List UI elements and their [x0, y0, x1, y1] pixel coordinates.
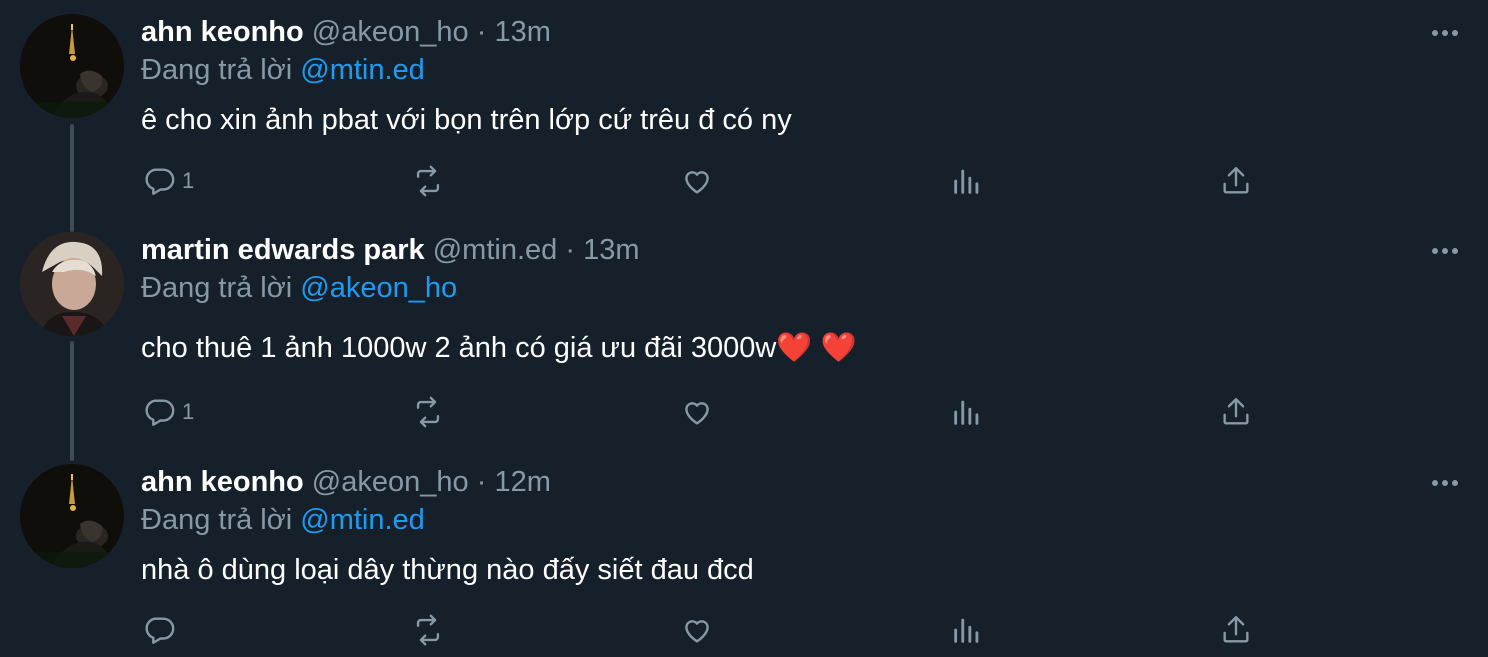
reply-button[interactable] [142, 613, 182, 647]
tweet-text: nhà ô dùng loại dây thừng nào đấy siết đ… [141, 554, 754, 586]
heart-icon [685, 402, 709, 425]
tweet[interactable]: ahn keonho @akeon_ho · 12m Đang trả lời … [0, 450, 1488, 657]
replying-to: Đang trả lời @mtin.ed [141, 52, 425, 88]
analytics-icon [954, 169, 979, 194]
analytics-button[interactable] [950, 395, 984, 429]
more-options-button[interactable] [1430, 26, 1460, 38]
tweet[interactable]: ahn keonho @akeon_ho · 13m Đang trả lời … [0, 0, 1488, 225]
portrait-avatar-icon [20, 232, 124, 336]
user-handle[interactable]: @akeon_ho [312, 16, 469, 48]
reply-prefix: Đang trả lời [141, 54, 293, 86]
avatar[interactable] [20, 232, 124, 336]
timestamp[interactable]: 13m [583, 234, 639, 266]
tweet-header: ahn keonho @akeon_ho · 12m [141, 464, 551, 500]
mention-link[interactable]: @mtin.ed [300, 54, 425, 86]
reply-prefix: Đang trả lời [141, 272, 293, 304]
tweet[interactable]: martin edwards park @mtin.ed · 13m Đang … [0, 218, 1488, 458]
separator: · [565, 234, 575, 266]
replying-to: Đang trả lời @mtin.ed [141, 502, 425, 538]
share-button[interactable] [1219, 164, 1253, 198]
like-button[interactable] [680, 164, 714, 198]
more-dots-icon [1432, 30, 1458, 36]
more-options-button[interactable] [1430, 244, 1460, 256]
retweet-icon [416, 614, 440, 646]
retweet-button[interactable] [411, 164, 445, 198]
heart-emoji: ❤️ ❤️ [776, 332, 857, 364]
tweet-header: martin edwards park @mtin.ed · 13m [141, 232, 639, 268]
display-name[interactable]: ahn keonho [141, 16, 304, 48]
share-button[interactable] [1219, 395, 1253, 429]
user-handle[interactable]: @mtin.ed [433, 234, 558, 266]
more-options-button[interactable] [1430, 476, 1460, 488]
display-name[interactable]: ahn keonho [141, 466, 304, 498]
avatar[interactable] [20, 14, 124, 118]
heart-icon [685, 620, 709, 643]
reply-count: 1 [182, 399, 195, 424]
tweet-header: ahn keonho @akeon_ho · 13m [141, 14, 551, 50]
more-dots-icon [1432, 480, 1458, 486]
like-button[interactable] [680, 613, 714, 647]
analytics-icon [954, 400, 979, 425]
tweet-text: cho thuê 1 ảnh 1000w 2 ảnh có giá ưu đãi… [141, 332, 777, 364]
more-dots-icon [1432, 248, 1458, 254]
separator: · [476, 466, 487, 498]
analytics-icon [954, 618, 979, 643]
analytics-button[interactable] [950, 613, 984, 647]
reply-icon [145, 617, 175, 644]
mention-link[interactable]: @mtin.ed [300, 504, 425, 536]
timestamp[interactable]: 12m [494, 466, 550, 498]
retweet-button[interactable] [411, 613, 445, 647]
like-button[interactable] [680, 395, 714, 429]
reply-count: 1 [182, 168, 195, 193]
tweet-text-line: cho thuê 1 ảnh 1000w 2 ảnh có giá ưu đãi… [141, 330, 857, 366]
share-icon [1223, 616, 1249, 643]
share-button[interactable] [1219, 613, 1253, 647]
heart-icon [685, 171, 709, 194]
reply-button[interactable]: 1 [142, 164, 194, 198]
separator: · [476, 16, 487, 48]
reply-button[interactable]: 1 [142, 395, 194, 429]
retweet-icon [416, 396, 440, 428]
mention-link[interactable]: @akeon_ho [300, 272, 457, 304]
reply-icon [145, 168, 175, 195]
display-name[interactable]: martin edwards park [141, 234, 425, 266]
analytics-button[interactable] [950, 164, 984, 198]
night-photo-avatar-icon [20, 14, 124, 118]
retweet-icon [416, 165, 440, 197]
reply-prefix: Đang trả lời [141, 504, 293, 536]
night-photo-avatar-icon [20, 464, 124, 568]
user-handle[interactable]: @akeon_ho [312, 466, 469, 498]
reply-thread: ahn keonho @akeon_ho · 13m Đang trả lời … [0, 0, 1488, 657]
retweet-button[interactable] [411, 395, 445, 429]
avatar[interactable] [20, 464, 124, 568]
replying-to: Đang trả lời @akeon_ho [141, 270, 457, 306]
tweet-text: ê cho xin ảnh pbat với bọn trên lớp cứ t… [141, 104, 792, 136]
reply-icon [145, 399, 175, 426]
timestamp[interactable]: 13m [494, 16, 550, 48]
share-icon [1223, 398, 1249, 425]
share-icon [1223, 167, 1249, 194]
